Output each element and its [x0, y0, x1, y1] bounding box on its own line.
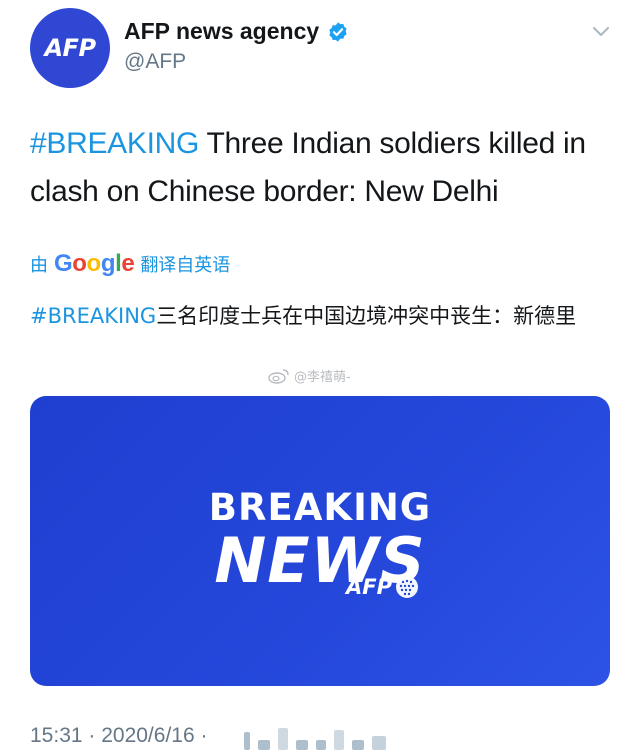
media-news-text: NEWS [214, 524, 426, 597]
media-breaking-text: BREAKING [208, 486, 432, 529]
blur-block [334, 730, 344, 750]
blur-block [244, 732, 250, 750]
account-handle[interactable]: @AFP [124, 50, 186, 74]
blur-block [372, 736, 386, 750]
google-logo: Google [54, 250, 135, 277]
tweet-card: AFP AFP news agency @AFP #BREAKING Three… [0, 0, 640, 754]
blur-block [258, 740, 270, 750]
tweet-text: #BREAKING Three Indian soldiers killed i… [30, 120, 620, 216]
weibo-watermark: @李禧萌- [268, 366, 351, 385]
display-name[interactable]: AFP news agency [124, 18, 319, 45]
blur-block [352, 740, 364, 750]
translated-by-prefix: 由 [30, 255, 48, 276]
blur-block [296, 740, 308, 750]
translated-by-suffix: 翻译自英语 [140, 255, 231, 276]
chevron-down-icon[interactable] [592, 26, 610, 38]
avatar-logo-text: AFP [44, 34, 96, 62]
breaking-news-image[interactable]: BREAKING NEWS AFP [30, 396, 610, 686]
translated-text: #BREAKING三名印度士兵在中国边境冲突中丧生：新德里 [30, 300, 615, 332]
translated-by-google[interactable]: 由 Google 翻译自英语 [30, 250, 230, 278]
blur-block [316, 740, 326, 750]
media-afp-text: AFP [346, 575, 392, 599]
globe-icon [396, 576, 418, 598]
media-afp-logo: AFP [346, 574, 420, 600]
weibo-icon [268, 368, 289, 384]
blur-block [278, 728, 288, 750]
blurred-source-label [244, 724, 386, 750]
hashtag-link[interactable]: #BREAKING [30, 127, 199, 160]
tweet-timestamp[interactable]: 15:31 · 2020/6/16 · [30, 724, 207, 748]
translated-body: 三名印度士兵在中国边境冲突中丧生：新德里 [156, 304, 577, 328]
watermark-text: @李禧萌- [294, 370, 351, 385]
verified-badge-icon [329, 21, 347, 42]
translated-hashtag-link[interactable]: #BREAKING [30, 304, 156, 328]
avatar[interactable]: AFP [30, 8, 110, 88]
account-name-row[interactable]: AFP news agency [124, 18, 349, 45]
